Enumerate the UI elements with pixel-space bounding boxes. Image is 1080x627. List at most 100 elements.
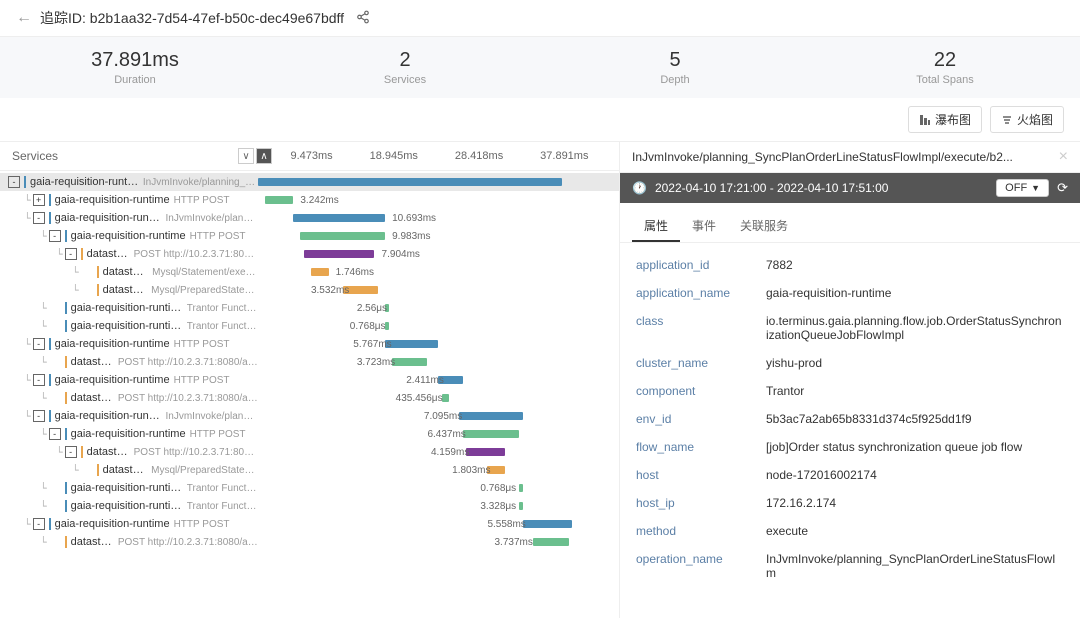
collapse-icon[interactable]: -	[65, 248, 77, 260]
span-duration-label: 3.737ms	[495, 537, 533, 548]
span-service-name: datastore	[71, 392, 114, 404]
collapse-icon[interactable]: -	[33, 374, 45, 386]
span-operation: HTTP POST	[190, 429, 246, 440]
span-service-name: gaia-requisition-runtime	[71, 320, 183, 332]
span-service-name: datastore	[71, 536, 114, 548]
span-row[interactable]: └-gaia-requisition-runtimeInJvmInvoke/pl…	[0, 209, 619, 227]
span-row[interactable]: └gaia-requisition-runtimeTrantor Functio…	[0, 317, 619, 335]
expand-icon[interactable]: +	[33, 194, 45, 206]
span-row[interactable]: └-datastorePOST http://10.2.3.71:8080/..…	[0, 245, 619, 263]
stat-value: 37.891ms	[0, 49, 270, 72]
span-row[interactable]: └datastorePOST http://10.2.3.71:8080/api…	[0, 389, 619, 407]
span-bar[interactable]	[466, 448, 505, 456]
span-duration-label: 7.904ms	[382, 249, 420, 260]
collapse-icon[interactable]: -	[49, 428, 61, 440]
span-bar[interactable]	[265, 196, 293, 204]
leaf-icon	[49, 482, 61, 494]
property-row: hostnode-172016002174	[620, 461, 1080, 489]
span-row[interactable]: └gaia-requisition-runtimeTrantor Functio…	[0, 299, 619, 317]
span-row[interactable]: └-gaia-requisition-runtimeHTTP POST5.767…	[0, 335, 619, 353]
span-bar[interactable]	[300, 232, 385, 240]
span-row[interactable]: └-gaia-requisition-runtimeHTTP POST5.558…	[0, 515, 619, 533]
span-operation: POST http://10.2.3.71:8080/api/...	[118, 537, 258, 548]
collapse-icon[interactable]: -	[49, 230, 61, 242]
property-value: [job]Order status synchronization queue …	[766, 440, 1064, 454]
close-icon[interactable]: ×	[1059, 148, 1068, 166]
tab-0[interactable]: 属性	[632, 211, 680, 242]
stat-label: Services	[270, 74, 540, 86]
service-color-marker	[65, 482, 67, 494]
span-bar[interactable]	[519, 484, 523, 492]
span-row[interactable]: └-datastorePOST http://10.2.3.71:8080/..…	[0, 443, 619, 461]
time-tick: 28.418ms	[455, 150, 503, 162]
collapse-icon[interactable]: -	[33, 410, 45, 422]
span-bar[interactable]	[385, 322, 389, 330]
property-value: gaia-requisition-runtime	[766, 286, 1064, 300]
collapse-icon[interactable]: -	[8, 176, 20, 188]
span-row[interactable]: └gaia-requisition-runtimeTrantor Functio…	[0, 479, 619, 497]
refresh-icon[interactable]: ⟳	[1057, 180, 1068, 196]
span-row[interactable]: └datastorePOST http://10.2.3.71:8080/api…	[0, 353, 619, 371]
stat-item: 22Total Spans	[810, 49, 1080, 86]
property-key: cluster_name	[636, 356, 766, 370]
share-icon[interactable]	[356, 10, 370, 27]
span-bar[interactable]	[304, 250, 375, 258]
span-bar[interactable]	[442, 394, 449, 402]
sort-up-icon[interactable]: ∧	[256, 148, 272, 164]
property-key: class	[636, 314, 766, 342]
collapse-icon[interactable]: -	[33, 212, 45, 224]
tab-2[interactable]: 关联服务	[728, 211, 800, 242]
collapse-icon[interactable]: -	[33, 518, 45, 530]
span-row[interactable]: └gaia-requisition-runtimeTrantor Functio…	[0, 497, 619, 515]
span-row[interactable]: └-gaia-requisition-runtimeHTTP POST6.437…	[0, 425, 619, 443]
span-operation: HTTP POST	[174, 375, 230, 386]
span-bar[interactable]	[392, 358, 427, 366]
time-range: 2022-04-10 17:21:00 - 2022-04-10 17:51:0…	[655, 181, 889, 195]
leaf-icon	[49, 302, 61, 314]
property-key: host_ip	[636, 496, 766, 510]
span-bar[interactable]	[293, 214, 385, 222]
span-operation: Trantor Function	[187, 303, 258, 314]
leaf-icon	[49, 356, 61, 368]
property-key: host	[636, 468, 766, 482]
property-row: componentTrantor	[620, 377, 1080, 405]
service-color-marker	[65, 536, 67, 548]
span-service-name: gaia-requisition-runtime	[71, 500, 183, 512]
span-bar[interactable]	[385, 340, 438, 348]
back-arrow-icon[interactable]: ←	[16, 9, 32, 27]
span-bar[interactable]	[519, 502, 523, 510]
span-duration-label: 0.768μs	[480, 483, 516, 494]
span-service-name: gaia-requisition-runtime	[30, 176, 139, 188]
tab-1[interactable]: 事件	[680, 211, 728, 242]
span-row[interactable]: └-gaia-requisition-runtimeHTTP POST2.411…	[0, 371, 619, 389]
span-row[interactable]: └-gaia-requisition-runtimeHTTP POST9.983…	[0, 227, 619, 245]
span-row[interactable]: └datastorePOST http://10.2.3.71:8080/api…	[0, 533, 619, 551]
span-row[interactable]: └datastoreMysql/Statement/exec...1.746ms	[0, 263, 619, 281]
span-bar[interactable]	[463, 430, 519, 438]
span-bar[interactable]	[459, 412, 523, 420]
time-tick: 9.473ms	[290, 150, 332, 162]
property-value: yishu-prod	[766, 356, 1064, 370]
leaf-icon	[49, 392, 61, 404]
live-toggle[interactable]: OFF ▼	[996, 179, 1049, 197]
collapse-icon[interactable]: -	[33, 338, 45, 350]
collapse-icon[interactable]: -	[65, 446, 77, 458]
service-color-marker	[49, 338, 51, 350]
span-service-name: datastore	[103, 284, 148, 296]
span-bar[interactable]	[258, 178, 562, 186]
flame-view-button[interactable]: 火焰图	[990, 106, 1064, 133]
property-value: 7882	[766, 258, 1064, 272]
span-bar[interactable]	[523, 520, 572, 528]
span-row[interactable]: -gaia-requisition-runtimeInJvmInvoke/pla…	[0, 173, 619, 191]
span-row[interactable]: └+gaia-requisition-runtimeHTTP POST3.242…	[0, 191, 619, 209]
sort-down-icon[interactable]: ∨	[238, 148, 254, 164]
service-color-marker	[65, 320, 67, 332]
span-row[interactable]: └-gaia-requisition-runtimeInJvmInvoke/pl…	[0, 407, 619, 425]
span-duration-label: 3.328μs	[480, 501, 516, 512]
span-bar[interactable]	[533, 538, 568, 546]
span-bar[interactable]	[311, 268, 329, 276]
waterfall-view-button[interactable]: 瀑布图	[908, 106, 982, 133]
span-row[interactable]: └datastoreMysql/PreparedStatem...1.803ms	[0, 461, 619, 479]
service-color-marker	[49, 212, 51, 224]
span-row[interactable]: └datastoreMysql/PreparedStatem...3.532ms	[0, 281, 619, 299]
